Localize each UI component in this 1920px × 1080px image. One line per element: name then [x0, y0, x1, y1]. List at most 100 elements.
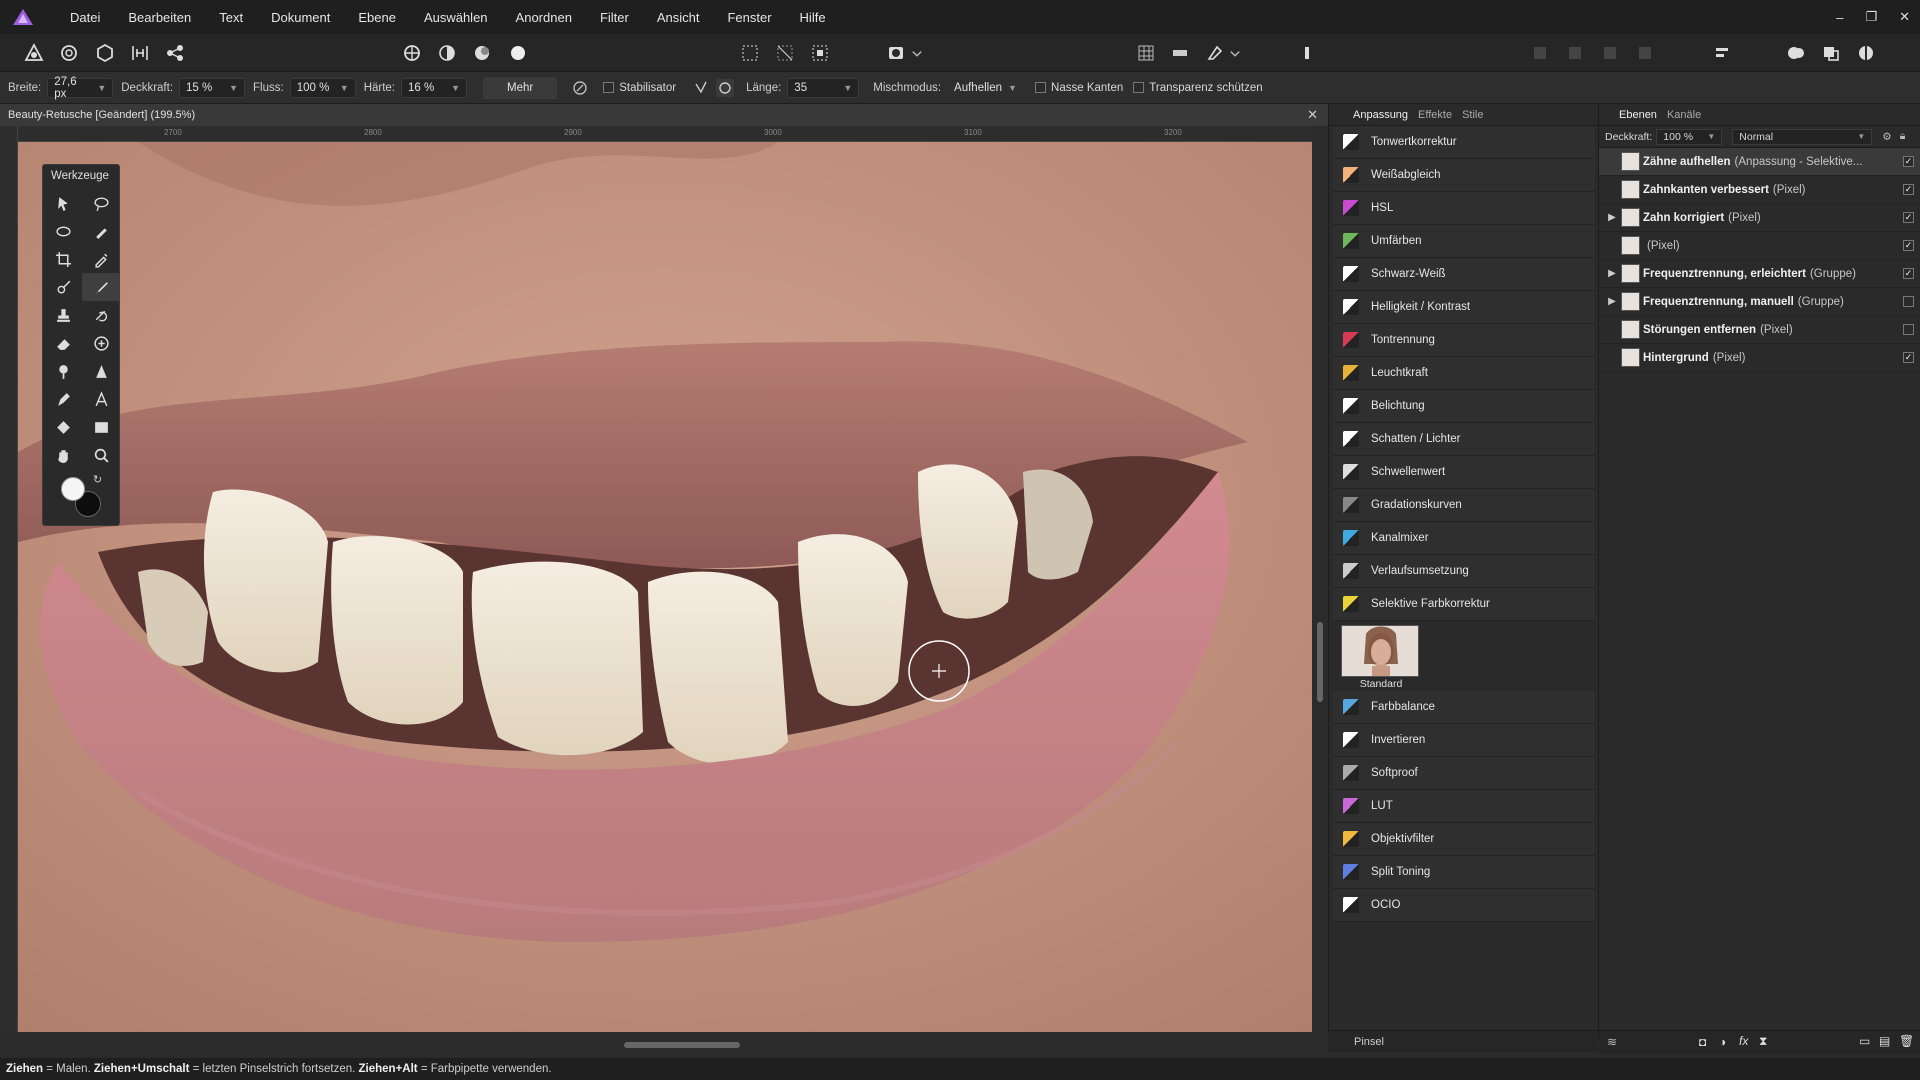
rope-mode-icon[interactable] — [692, 79, 710, 97]
adjustment-item[interactable]: LUT — [1333, 790, 1595, 823]
healing-brush-tool-icon[interactable] — [82, 329, 120, 357]
move-tool-icon[interactable] — [44, 189, 82, 217]
force-pixel-alignment-icon[interactable] — [1168, 41, 1192, 65]
zoom-tool-icon[interactable] — [82, 441, 120, 469]
adjustment-item[interactable]: Objektivfilter — [1333, 823, 1595, 856]
auto-contrast-icon[interactable] — [435, 41, 459, 65]
align-icon[interactable] — [1710, 41, 1734, 65]
selection-subtract-icon[interactable] — [1819, 41, 1843, 65]
layer-visibility-checkbox[interactable]: ✓ — [1903, 212, 1914, 223]
adjustment-item[interactable]: HSL — [1333, 192, 1595, 225]
context-toolbar-toggle-icon[interactable] — [1295, 41, 1319, 65]
close-window-button[interactable]: ✕ — [1899, 9, 1910, 25]
menu-item-datei[interactable]: Datei — [56, 10, 114, 25]
mask-layer-icon[interactable]: ◘ — [1699, 1035, 1706, 1049]
adjustment-item[interactable]: Belichtung — [1333, 390, 1595, 423]
add-group-icon[interactable]: ▭ — [1859, 1034, 1870, 1048]
undo-brush-tool-icon[interactable] — [82, 301, 120, 329]
auto-colors-icon[interactable] — [470, 41, 494, 65]
layer-row[interactable]: ▶ Frequenztrennung, manuell (Gruppe) — [1599, 288, 1920, 316]
layer-row[interactable]: (Pixel) ✓ — [1599, 232, 1920, 260]
selection-add-icon[interactable] — [1784, 41, 1808, 65]
adjustment-item[interactable]: Weißabgleich — [1333, 159, 1595, 192]
layer-row[interactable]: ▶ Zahn korrigiert (Pixel) ✓ — [1599, 204, 1920, 232]
adjustment-item[interactable]: Gradationskurven — [1333, 489, 1595, 522]
invert-selection-icon[interactable] — [808, 41, 832, 65]
expand-arrow-icon[interactable]: ▶ — [1603, 212, 1621, 223]
more-button[interactable]: Mehr — [483, 76, 558, 99]
tab-styles[interactable]: Stile — [1462, 109, 1483, 121]
sharpen-tool-icon[interactable] — [82, 357, 120, 385]
menu-item-filter[interactable]: Filter — [586, 10, 643, 25]
pressure-icon[interactable] — [571, 79, 589, 97]
menu-item-anordnen[interactable]: Anordnen — [502, 10, 586, 25]
length-field[interactable]: 35 ▼ — [787, 77, 860, 98]
menu-item-fenster[interactable]: Fenster — [713, 10, 785, 25]
arrange-backward-icon[interactable] — [1563, 41, 1587, 65]
flow-field[interactable]: 100 % ▼ — [289, 77, 356, 98]
tab-layers[interactable]: Ebenen — [1619, 109, 1657, 121]
adjustment-item[interactable]: Leuchtkraft — [1333, 357, 1595, 390]
quick-mask-icon[interactable] — [884, 41, 908, 65]
paint-brush-tool-icon[interactable] — [82, 273, 120, 301]
adjustment-item[interactable]: Schatten / Lichter — [1333, 423, 1595, 456]
layer-visibility-checkbox[interactable]: ✓ — [1903, 240, 1914, 251]
dodge-tool-icon[interactable] — [44, 357, 82, 385]
layer-visibility-checkbox[interactable] — [1903, 324, 1914, 335]
menu-item-dokument[interactable]: Dokument — [257, 10, 344, 25]
text-tool-icon[interactable] — [82, 385, 120, 413]
gear-icon[interactable]: ⚙ — [1882, 131, 1891, 143]
layer-visibility-checkbox[interactable]: ✓ — [1903, 156, 1914, 167]
layer-visibility-checkbox[interactable]: ✓ — [1903, 352, 1914, 363]
stabilizer-checkbox[interactable] — [603, 82, 615, 93]
lasso-tool-icon[interactable] — [44, 217, 82, 245]
export-persona-icon[interactable] — [163, 41, 187, 65]
clone-stamp-tool-icon[interactable] — [44, 301, 82, 329]
adjustment-item[interactable]: Selektive Farbkorrektur — [1333, 588, 1595, 621]
assistant-dropdown-icon[interactable] — [1228, 41, 1242, 65]
expand-arrow-icon[interactable]: ▶ — [1603, 268, 1621, 279]
layer-row[interactable]: Zahnkanten verbessert (Pixel) ✓ — [1599, 176, 1920, 204]
adjustment-item[interactable]: Tontrennung — [1333, 324, 1595, 357]
adjustment-item[interactable]: Verlaufsumsetzung — [1333, 555, 1595, 588]
adjustment-item[interactable]: Schwarz-Weiß — [1333, 258, 1595, 291]
adjustment-preset[interactable]: Standard — [1333, 621, 1595, 691]
swap-colors-icon[interactable]: ↻ — [93, 473, 102, 486]
develop-persona-icon[interactable] — [93, 41, 117, 65]
adjustment-item[interactable]: Umfärben — [1333, 225, 1595, 258]
minimize-button[interactable]: – — [1836, 10, 1843, 25]
document-tab[interactable]: Beauty-Retusche [Geändert] (199.5%) ✕ — [0, 104, 1328, 126]
layer-visibility-checkbox[interactable]: ✓ — [1903, 184, 1914, 195]
adjustment-item[interactable]: Tonwertkorrektur — [1333, 126, 1595, 159]
layer-row[interactable]: Zähne aufhellen (Anpassung - Selektive...… — [1599, 148, 1920, 176]
fill-tool-icon[interactable] — [44, 413, 82, 441]
affinity-photo-logo-icon[interactable] — [12, 8, 34, 26]
adjustment-item[interactable]: OCIO — [1333, 889, 1595, 922]
deselect-icon[interactable] — [773, 41, 797, 65]
adjustment-item[interactable]: Schwellenwert — [1333, 456, 1595, 489]
lock-icon[interactable]: 🔒︎ — [1900, 130, 1906, 143]
layer-opacity-field[interactable]: 100 % ▼ — [1656, 128, 1723, 145]
hand-tool-icon[interactable] — [44, 441, 82, 469]
layer-stack-icon[interactable]: ≋ — [1607, 1035, 1617, 1049]
vertical-scroll-thumb[interactable] — [1317, 622, 1323, 702]
adjustment-item[interactable]: Farbbalance — [1333, 691, 1595, 724]
menu-item-hilfe[interactable]: Hilfe — [786, 10, 840, 25]
rectangle-tool-icon[interactable] — [82, 413, 120, 441]
live-filter-icon[interactable]: ⧗ — [1759, 1034, 1767, 1049]
protect-alpha-checkbox[interactable] — [1133, 82, 1145, 93]
trash-icon[interactable]: 🗑︎ — [1899, 1034, 1914, 1048]
eraser-tool-icon[interactable] — [44, 329, 82, 357]
tab-channels[interactable]: Kanäle — [1667, 109, 1701, 121]
layer-row[interactable]: ▶ Frequenztrennung, erleichtert (Gruppe) ✓ — [1599, 260, 1920, 288]
layer-visibility-checkbox[interactable] — [1903, 296, 1914, 307]
wet-edges-checkbox[interactable] — [1035, 82, 1047, 93]
blend-mode-select[interactable]: Aufhellen ▼ — [947, 77, 1022, 98]
tab-adjustments[interactable]: Anpassung — [1353, 109, 1408, 121]
adjustment-item[interactable]: Softproof — [1333, 757, 1595, 790]
menu-item-ansicht[interactable]: Ansicht — [643, 10, 714, 25]
menu-item-ebene[interactable]: Ebene — [344, 10, 410, 25]
auto-white-balance-icon[interactable] — [506, 41, 530, 65]
brushes-panel-tab[interactable]: Pinsel — [1328, 1030, 1598, 1052]
arrange-back-icon[interactable] — [1528, 41, 1552, 65]
